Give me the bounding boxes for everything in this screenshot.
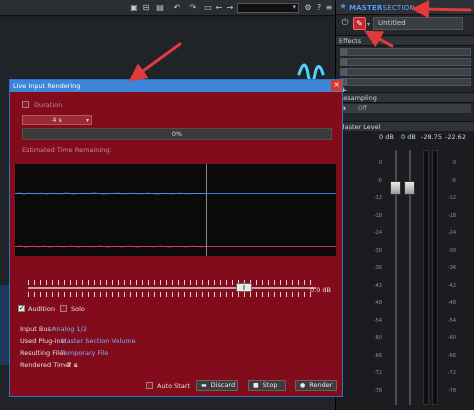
annotation-arrow-dialog: [128, 42, 182, 82]
annotation-arrow-button: [364, 30, 394, 48]
annotation-arrows: [128, 0, 472, 82]
annotation-arrow-master: [411, 0, 472, 19]
